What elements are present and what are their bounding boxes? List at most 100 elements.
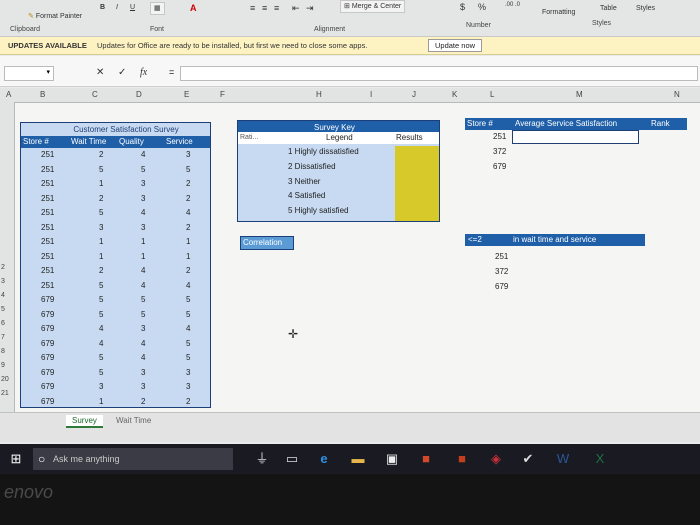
table-cell[interactable]: 251 xyxy=(41,237,54,246)
table-cell[interactable]: 5 xyxy=(186,165,190,174)
column-header[interactable]: J xyxy=(412,90,416,99)
table-cell[interactable]: 5 xyxy=(186,295,190,304)
column-header[interactable]: F xyxy=(220,90,225,99)
column-header[interactable]: N xyxy=(674,90,680,99)
row-header[interactable]: 8 xyxy=(1,348,5,355)
format-painter-button[interactable]: ✎ Format Painter xyxy=(28,12,82,20)
font-color-button[interactable]: A xyxy=(190,3,197,13)
checkmark-icon[interactable]: ✔ xyxy=(520,451,536,467)
table-cell[interactable]: 1 xyxy=(186,237,190,246)
table-cell[interactable]: 1 xyxy=(99,252,103,261)
table-cell[interactable]: 251 xyxy=(41,194,54,203)
table-cell[interactable]: 4 xyxy=(141,339,145,348)
column-header[interactable]: L xyxy=(490,90,494,99)
name-box[interactable]: ▾ xyxy=(4,66,54,81)
worksheet-grid[interactable]: Customer Satisfaction Survey Store # Wai… xyxy=(15,103,700,440)
table-cell[interactable]: 251 xyxy=(41,165,54,174)
currency-button[interactable]: $ xyxy=(460,2,465,12)
enter-icon[interactable]: ✓ xyxy=(118,67,126,78)
table-cell[interactable]: 2 xyxy=(186,179,190,188)
word-icon[interactable]: W xyxy=(555,451,571,467)
table-cell[interactable]: 5 xyxy=(99,281,103,290)
task-view-icon[interactable]: ▭ xyxy=(284,451,300,467)
percent-button[interactable]: % xyxy=(478,2,486,12)
table-cell[interactable]: 2 xyxy=(186,223,190,232)
table-cell[interactable]: 4 xyxy=(141,281,145,290)
table-cell[interactable]: 3 xyxy=(186,382,190,391)
shield-icon[interactable]: ◈ xyxy=(488,451,504,467)
table-cell[interactable]: 5 xyxy=(99,295,103,304)
column-header[interactable]: D xyxy=(136,90,142,99)
table-cell[interactable]: 3 xyxy=(141,382,145,391)
table-cell[interactable]: 4 xyxy=(186,324,190,333)
row-header[interactable]: 6 xyxy=(1,320,5,327)
table-cell[interactable]: 4 xyxy=(141,266,145,275)
table-cell[interactable]: 4 xyxy=(186,281,190,290)
formula-input[interactable]: = xyxy=(169,66,698,81)
table-cell[interactable]: 5 xyxy=(186,339,190,348)
store-icon[interactable]: ▣ xyxy=(384,451,400,467)
table-cell[interactable]: 4 xyxy=(141,353,145,362)
table-cell[interactable]: 1 xyxy=(99,179,103,188)
table-cell[interactable]: 251 xyxy=(41,281,54,290)
table-cell[interactable]: 251 xyxy=(41,179,54,188)
borders-icon[interactable]: ▦ xyxy=(150,2,165,15)
selected-cell[interactable] xyxy=(512,130,639,144)
column-header[interactable]: H xyxy=(316,90,322,99)
table-cell[interactable]: 5 xyxy=(141,165,145,174)
table-cell[interactable]: 3 xyxy=(186,368,190,377)
column-header[interactable]: E xyxy=(184,90,189,99)
row-header[interactable]: 4 xyxy=(1,292,5,299)
cortana-search[interactable]: ○ Ask me anything xyxy=(33,448,233,470)
table-cell[interactable]: 679 xyxy=(41,353,54,362)
cell-styles-button[interactable]: Styles xyxy=(636,5,655,12)
powerpoint-icon[interactable]: ■ xyxy=(418,451,434,467)
table-cell[interactable]: 5 xyxy=(99,165,103,174)
table-cell[interactable]: 1 xyxy=(99,237,103,246)
row-header[interactable]: 2 xyxy=(1,264,5,271)
format-as-table-button[interactable]: Table xyxy=(600,5,617,12)
table-cell[interactable]: 1 xyxy=(99,397,103,406)
align-center-icon[interactable]: ≡ xyxy=(262,3,267,13)
table-cell[interactable]: 3 xyxy=(99,382,103,391)
cancel-icon[interactable]: ✕ xyxy=(96,67,104,78)
office-icon[interactable]: ■ xyxy=(454,451,470,467)
table-cell[interactable]: 679 xyxy=(41,397,54,406)
align-left-icon[interactable]: ≡ xyxy=(250,3,255,13)
table-cell[interactable]: 1 xyxy=(141,252,145,261)
table-cell[interactable]: 2 xyxy=(99,266,103,275)
table-cell[interactable]: 251 xyxy=(41,223,54,232)
indent-icon[interactable]: ⇤ xyxy=(292,3,300,14)
table-cell[interactable]: 4 xyxy=(186,208,190,217)
row-header[interactable]: 21 xyxy=(1,390,9,397)
table-cell[interactable]: 4 xyxy=(99,339,103,348)
table-cell[interactable]: 679 xyxy=(41,324,54,333)
table-cell[interactable]: 1 xyxy=(141,237,145,246)
table-cell[interactable]: 679 xyxy=(41,382,54,391)
results-fill[interactable] xyxy=(395,146,439,221)
table-cell[interactable]: 2 xyxy=(99,194,103,203)
column-header[interactable]: K xyxy=(452,90,457,99)
table-cell[interactable]: 3 xyxy=(141,194,145,203)
tab-wait-time[interactable]: Wait Time xyxy=(110,415,157,426)
table-cell[interactable]: 3 xyxy=(141,179,145,188)
row-header[interactable]: 20 xyxy=(1,376,9,383)
table-cell[interactable]: 2 xyxy=(186,266,190,275)
edge-icon[interactable]: e xyxy=(316,451,332,467)
insert-function-icon[interactable]: fx xyxy=(140,67,147,78)
bold-button[interactable]: B xyxy=(100,4,105,11)
table-cell[interactable]: 4 xyxy=(141,150,145,159)
table-cell[interactable]: 5 xyxy=(99,310,103,319)
excel-icon[interactable]: X xyxy=(592,451,608,467)
table-cell[interactable]: 3 xyxy=(141,368,145,377)
table-cell[interactable]: 679 xyxy=(41,339,54,348)
row-header[interactable]: 3 xyxy=(1,278,5,285)
microphone-icon[interactable]: ⏚ xyxy=(254,451,270,467)
column-header[interactable]: M xyxy=(576,90,583,99)
row-header[interactable]: 5 xyxy=(1,306,5,313)
table-cell[interactable]: 3 xyxy=(141,223,145,232)
table-cell[interactable]: 5 xyxy=(99,353,103,362)
table-cell[interactable]: 679 xyxy=(41,295,54,304)
column-header[interactable]: B xyxy=(40,90,45,99)
table-cell[interactable]: 4 xyxy=(141,208,145,217)
